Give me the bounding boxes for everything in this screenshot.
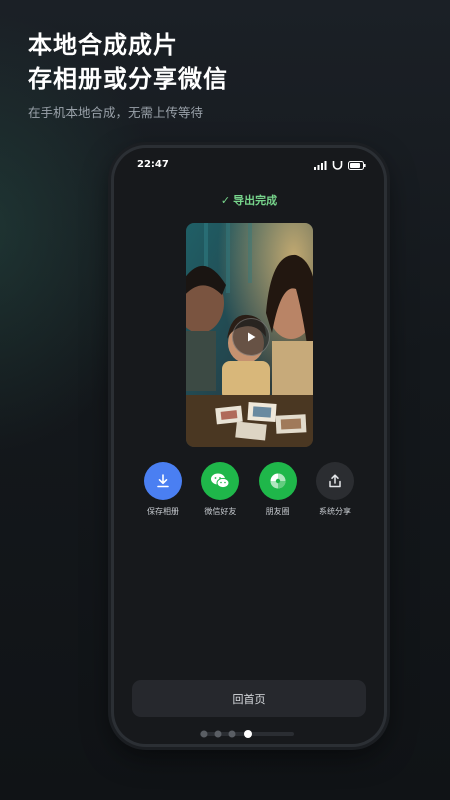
wechat-friends-circle xyxy=(201,462,240,500)
status-icons xyxy=(314,160,366,170)
wechat-friends-button[interactable]: 微信好友 xyxy=(193,462,247,517)
export-status: ✓ 导出完成 xyxy=(114,192,384,208)
headline: 本地合成成片 存相册或分享微信 xyxy=(28,28,228,96)
wechat-friends-label: 微信好友 xyxy=(204,507,237,516)
headline-line-2: 存相册或分享微信 xyxy=(28,65,228,93)
signal-icon xyxy=(314,160,327,170)
phone-mockup: 22:47 ✓ 导出完成 保存相册 微信好友 朋友圈 系统分享 回首页 xyxy=(114,148,384,744)
page-dot-1[interactable] xyxy=(200,730,208,738)
headline-line-1: 本地合成成片 xyxy=(28,31,178,59)
download-icon xyxy=(157,474,169,488)
page-dot-3[interactable] xyxy=(228,730,236,738)
status-bar: 22:47 xyxy=(114,158,384,176)
video-preview[interactable] xyxy=(186,223,313,447)
status-time: 22:47 xyxy=(137,159,169,170)
moments-icon xyxy=(270,473,286,489)
play-icon xyxy=(248,332,256,342)
save-to-album-circle xyxy=(144,462,182,500)
wechat-icon xyxy=(211,473,230,489)
battery-icon xyxy=(348,160,366,170)
wifi-icon xyxy=(332,161,343,170)
share-icon xyxy=(329,474,341,488)
system-share-label: 系统分享 xyxy=(318,507,351,516)
back-to-home-button[interactable]: 回首页 xyxy=(132,680,366,717)
subtitle: 在手机本地合成，无需上传等待 xyxy=(28,105,204,120)
export-status-text: 导出完成 xyxy=(233,194,278,207)
page-dot-4-active[interactable] xyxy=(244,730,252,738)
system-share-button[interactable]: 系统分享 xyxy=(308,462,362,517)
moments-circle xyxy=(258,462,297,500)
system-share-circle xyxy=(315,462,354,500)
share-row: 保存相册 微信好友 朋友圈 系统分享 xyxy=(136,462,362,517)
save-to-album-label: 保存相册 xyxy=(147,507,179,516)
page-indicator xyxy=(200,730,294,738)
play-button[interactable] xyxy=(232,318,270,356)
moments-button[interactable]: 朋友圈 xyxy=(251,462,305,517)
check-icon: ✓ xyxy=(220,194,231,207)
page-dot-2[interactable] xyxy=(214,730,222,738)
save-to-album-button[interactable]: 保存相册 xyxy=(136,462,190,517)
moments-label: 朋友圈 xyxy=(265,507,290,516)
